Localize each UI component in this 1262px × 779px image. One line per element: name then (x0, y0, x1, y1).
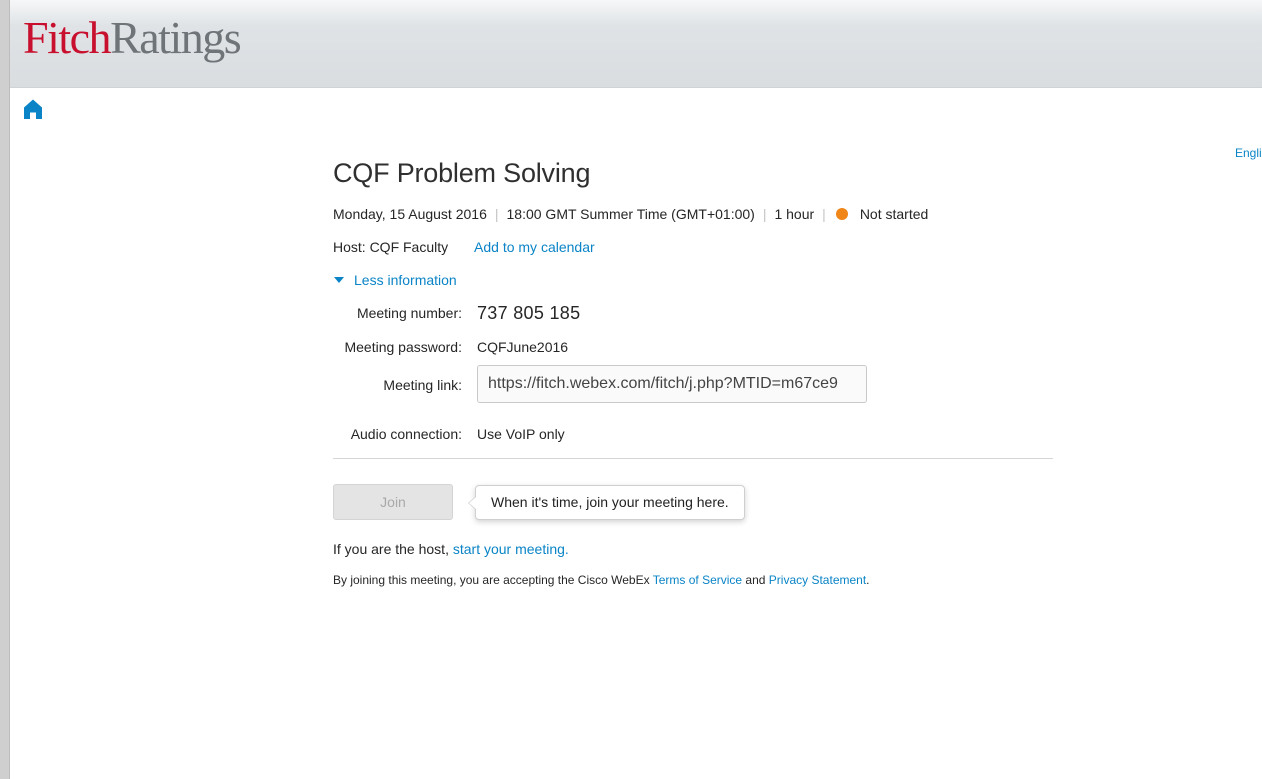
meeting-link-label: Meeting link: (383, 377, 462, 393)
home-icon[interactable] (23, 98, 43, 120)
start-meeting-link[interactable]: start your meeting. (453, 541, 569, 557)
terms-and: and (742, 573, 769, 587)
meeting-number-value: 737 805 185 (477, 303, 581, 323)
terms-row: By joining this meeting, you are accepti… (333, 573, 870, 587)
terms-of-service-link[interactable]: Terms of Service (653, 573, 742, 587)
terms-prefix: By joining this meeting, you are accepti… (333, 573, 653, 587)
meeting-title: CQF Problem Solving (333, 158, 591, 188)
privacy-statement-link[interactable]: Privacy Statement (769, 573, 866, 587)
fitch-ratings-logo[interactable]: FitchRatings (23, 10, 242, 66)
language-selector[interactable]: English (1235, 146, 1262, 160)
logo-fitch-text: Fitch (23, 12, 112, 63)
host-start-prefix: If you are the host, (333, 541, 453, 557)
meeting-link-field[interactable]: https://fitch.webex.com/fitch/j.php?MTID… (477, 365, 867, 403)
less-information-toggle[interactable]: Less information (333, 272, 457, 288)
logo-ratings-text: Ratings (110, 12, 242, 63)
meeting-password-label: Meeting password: (344, 339, 462, 355)
add-to-calendar-link[interactable]: Add to my calendar (474, 239, 595, 255)
separator: | (762, 206, 767, 222)
meeting-password-value: CQFJune2016 (477, 339, 569, 355)
terms-suffix: . (866, 573, 870, 587)
host-name: Host: CQF Faculty (333, 239, 449, 255)
meeting-meta-row: Monday, 15 August 2016 | 18:00 GMT Summe… (333, 206, 928, 222)
separator: | (494, 206, 499, 222)
meeting-date: Monday, 15 August 2016 (333, 206, 487, 222)
host-row: Host: CQF Faculty Add to my calendar (333, 239, 595, 255)
join-tooltip: When it's time, join your meeting here. (468, 485, 745, 520)
window-left-edge (0, 0, 10, 779)
meeting-status: Not started (859, 206, 929, 222)
host-start-row: If you are the host, start your meeting. (333, 541, 569, 557)
separator: | (822, 206, 826, 222)
section-divider (333, 458, 1053, 459)
caret-down-icon (334, 277, 344, 283)
less-information-label: Less information (354, 272, 457, 288)
status-dot-icon (835, 208, 848, 220)
audio-connection-label: Audio connection: (350, 426, 462, 442)
audio-connection-value: Use VoIP only (477, 426, 565, 442)
join-button[interactable]: Join (333, 484, 453, 520)
site-header: FitchRatings (10, 0, 1262, 88)
meeting-number-label: Meeting number: (356, 305, 462, 321)
meeting-time: 18:00 GMT Summer Time (GMT+01:00) (506, 206, 755, 222)
meeting-duration: 1 hour (774, 206, 815, 222)
